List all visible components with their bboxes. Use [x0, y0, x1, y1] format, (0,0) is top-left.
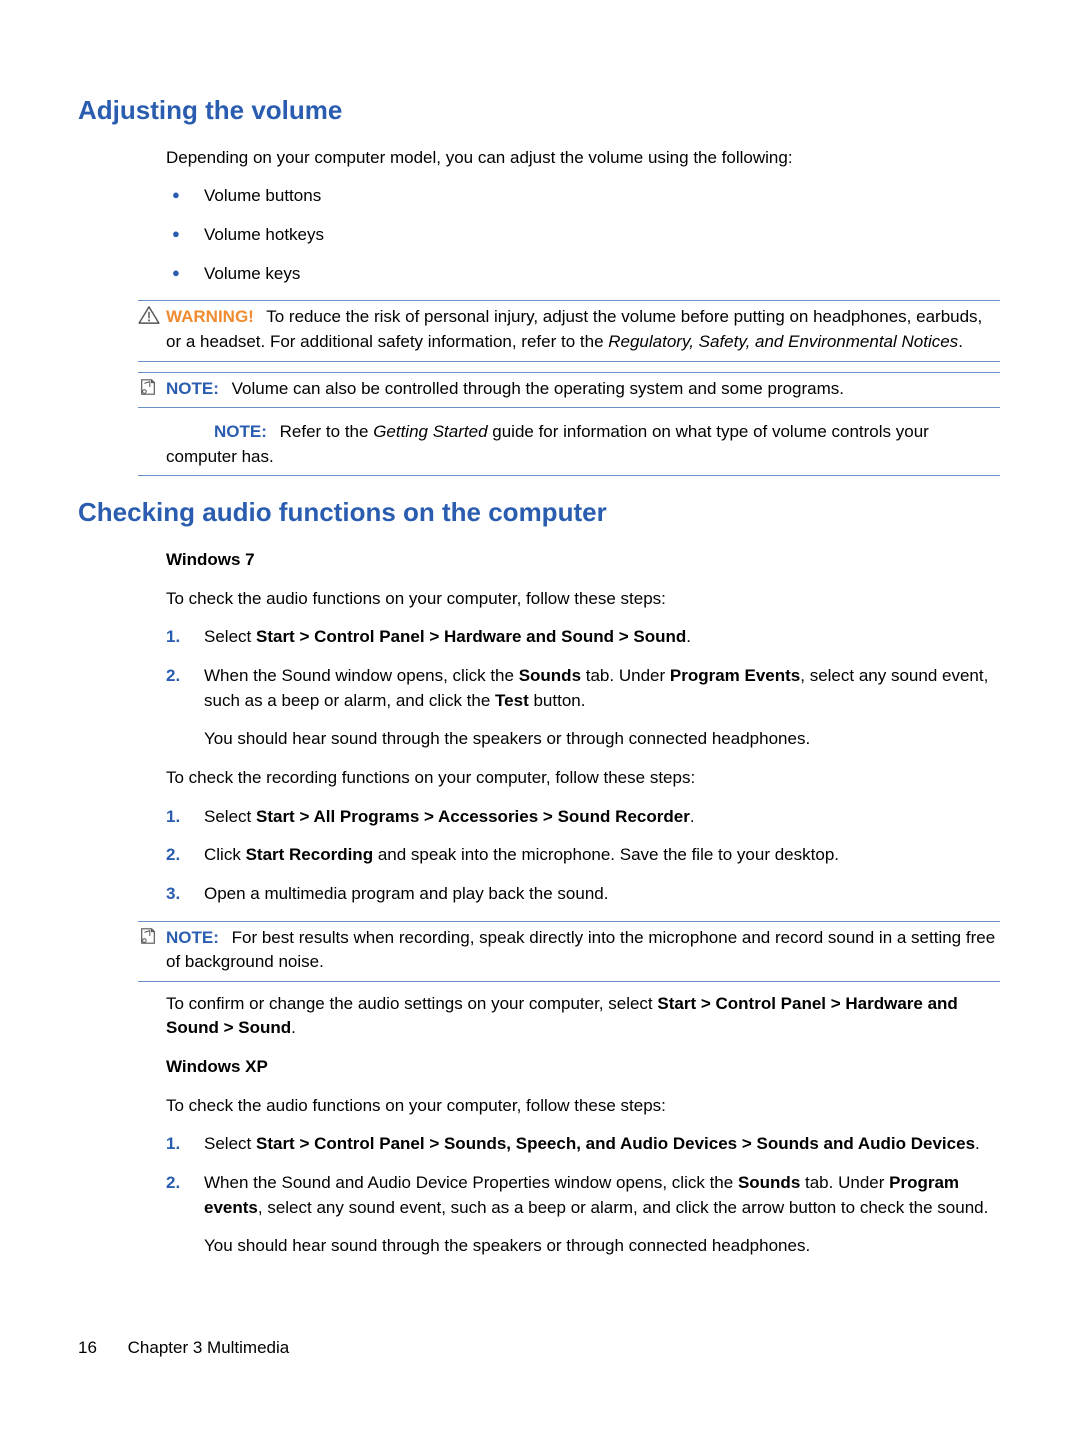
page-number: 16: [78, 1338, 97, 1357]
heading-adjusting-volume: Adjusting the volume: [78, 92, 1000, 130]
list-item: Volume hotkeys: [166, 223, 1000, 248]
list-number: 1.: [166, 805, 196, 830]
list-number: 2.: [166, 843, 196, 868]
text-win7-confirm: To confirm or change the audio settings …: [166, 992, 1000, 1041]
heading-checking-audio: Checking audio functions on the computer: [78, 494, 1000, 532]
warning-text: To reduce the risk of personal injury, a…: [166, 307, 982, 351]
callout-note-recording: NOTE: For best results when recording, s…: [138, 921, 1000, 982]
list-item: 2. When the Sound window opens, click th…: [166, 664, 1000, 752]
note-label: NOTE:: [166, 928, 219, 947]
list-number: 1.: [166, 625, 196, 650]
callout-note-secondary: NOTE: Refer to the Getting Started guide…: [138, 418, 1000, 476]
list-win7-recording-steps: 1. Select Start > All Programs > Accesso…: [166, 805, 1000, 907]
warning-label: WARNING!: [166, 307, 254, 326]
list-item: 1. Select Start > All Programs > Accesso…: [166, 805, 1000, 830]
list-item: 2. When the Sound and Audio Device Prope…: [166, 1171, 1000, 1259]
list-item: 3. Open a multimedia program and play ba…: [166, 882, 1000, 907]
list-win7-audio-steps: 1. Select Start > Control Panel > Hardwa…: [166, 625, 1000, 752]
list-winxp-audio-steps: 1. Select Start > Control Panel > Sounds…: [166, 1132, 1000, 1259]
note-text: Volume can also be controlled through th…: [232, 379, 844, 398]
warning-triangle-icon: [138, 306, 160, 324]
callout-note: NOTE: Volume can also be controlled thro…: [138, 372, 1000, 409]
text-win7-rec-intro: To check the recording functions on your…: [166, 766, 1000, 791]
list-number: 3.: [166, 882, 196, 907]
note-text: Refer to the Getting Started guide for i…: [166, 422, 929, 466]
note-label: NOTE:: [214, 422, 267, 441]
subhead-windows-xp: Windows XP: [166, 1055, 1000, 1080]
note-page-icon: [138, 927, 160, 945]
list-number: 2.: [166, 1171, 196, 1196]
list-number: 1.: [166, 1132, 196, 1157]
note-label: NOTE:: [166, 379, 219, 398]
list-item: 1. Select Start > Control Panel > Hardwa…: [166, 625, 1000, 650]
subhead-windows-7: Windows 7: [166, 548, 1000, 573]
list-number: 2.: [166, 664, 196, 689]
list-item: 2. Click Start Recording and speak into …: [166, 843, 1000, 868]
text-winxp-check-intro: To check the audio functions on your com…: [166, 1094, 1000, 1119]
page-footer: 16 Chapter 3 Multimedia: [78, 1336, 289, 1361]
text-win7-check-intro: To check the audio functions on your com…: [166, 587, 1000, 612]
list-volume-controls: Volume buttons Volume hotkeys Volume key…: [166, 184, 1000, 286]
list-item: Volume buttons: [166, 184, 1000, 209]
callout-warning: WARNING! To reduce the risk of personal …: [138, 300, 1000, 361]
text-volume-intro: Depending on your computer model, you ca…: [166, 146, 1000, 171]
note-page-icon: [138, 378, 160, 396]
list-item: Volume keys: [166, 262, 1000, 287]
chapter-label: Chapter 3 Multimedia: [128, 1338, 290, 1357]
list-item: 1. Select Start > Control Panel > Sounds…: [166, 1132, 1000, 1157]
note-text: For best results when recording, speak d…: [166, 928, 995, 972]
